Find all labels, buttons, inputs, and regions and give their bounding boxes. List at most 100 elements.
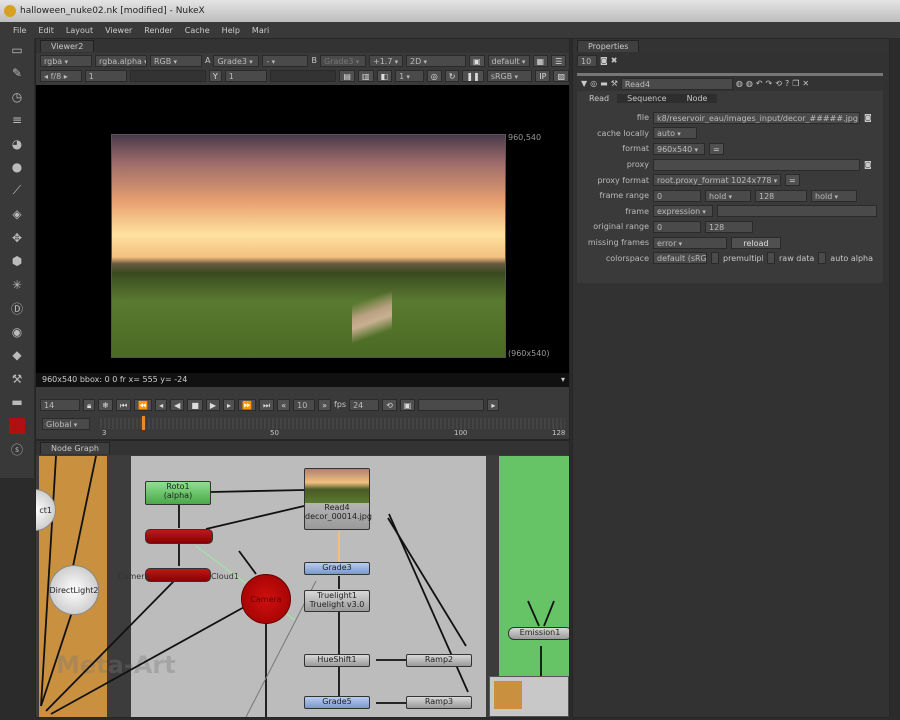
redo-icon[interactable]: ↷	[766, 79, 773, 88]
format-edit-button[interactable]: =	[709, 142, 724, 155]
close-icon[interactable]: ✕	[802, 79, 809, 88]
keyer-icon[interactable]: ⟋	[0, 179, 34, 203]
zoom-select[interactable]: +1.7	[368, 54, 403, 67]
original-range-end[interactable]: 128	[705, 220, 753, 233]
float-icon[interactable]: ❐	[792, 79, 799, 88]
revert-icon[interactable]: ⟲	[775, 79, 782, 88]
premultiplied-checkbox[interactable]	[711, 252, 719, 265]
lock-icon[interactable]: 🔒︎	[83, 398, 96, 411]
roi-icon[interactable]: ▥	[357, 69, 374, 82]
node-emission1[interactable]: Emission1	[508, 627, 569, 640]
frame-range-start[interactable]: 0	[653, 189, 701, 202]
frame-field[interactable]: 14	[40, 398, 80, 411]
menu-cache[interactable]: Cache	[185, 26, 210, 35]
original-range-start[interactable]: 0	[653, 220, 701, 233]
play-backward-icon[interactable]: ◀	[170, 398, 185, 411]
lut-select[interactable]: default	[487, 54, 530, 67]
auto-alpha-checkbox[interactable]	[818, 252, 827, 265]
wipe-icon[interactable]: ▨	[553, 69, 570, 82]
tab-node-graph[interactable]: Node Graph	[40, 442, 110, 454]
menu-layout[interactable]: Layout	[66, 26, 93, 35]
info-expand-icon[interactable]: ▾	[561, 373, 565, 387]
file-browse-icon[interactable]: ◙	[864, 113, 872, 122]
metadata-icon[interactable]: ◆	[0, 344, 34, 368]
node-ramp2[interactable]: Ramp2	[406, 654, 472, 667]
menu-mari[interactable]: Mari	[252, 26, 269, 35]
file-field[interactable]: k8/reservoir_eau/images_input/decor_####…	[653, 111, 860, 124]
gain-slider[interactable]	[130, 69, 206, 82]
clock-icon[interactable]: ◷	[0, 85, 34, 109]
undo-icon[interactable]: ↶	[756, 79, 763, 88]
tab-viewer2[interactable]: Viewer2	[40, 40, 95, 52]
max-panels-field[interactable]: 10	[577, 54, 597, 67]
node-red-1[interactable]	[145, 529, 213, 544]
proxy-browse-icon[interactable]: ◙	[864, 160, 872, 169]
grid-icon[interactable]: ▦	[532, 54, 549, 67]
merge-icon[interactable]: ◈	[0, 203, 34, 227]
snowflake-icon[interactable]: ❄	[98, 398, 113, 411]
node-truelight1[interactable]: Truelight1 Truelight v3.0	[304, 590, 370, 612]
gamma-toggle[interactable]: Y	[208, 69, 222, 82]
frame-range-end[interactable]: 128	[755, 189, 807, 202]
gamma-slider[interactable]	[270, 69, 337, 82]
pause-icon[interactable]: ❚❚	[462, 69, 484, 82]
paint-icon[interactable]: ✎	[0, 62, 34, 86]
node-hueshift1[interactable]: HueShift1	[304, 654, 370, 667]
graph-canvas[interactable]: Meta-Art Roto1 (alpha) Camera Cloud1 Cam…	[36, 456, 569, 717]
cache-locally-select[interactable]: auto	[653, 127, 697, 140]
wrench-icon[interactable]: ⚒	[611, 79, 618, 88]
reload-button[interactable]: reload	[731, 236, 781, 249]
viewer-link-icon[interactable]: ◎	[590, 79, 597, 88]
collapse-icon[interactable]: ▼	[581, 79, 587, 88]
node-read4[interactable]: Read4 decor_00014.jpg	[304, 468, 372, 530]
skip-forward-icon[interactable]: »	[318, 398, 332, 411]
menu-edit[interactable]: Edit	[38, 26, 54, 35]
alpha-channel-select[interactable]: rgba.alpha	[95, 54, 147, 67]
channels-select[interactable]: rgba	[40, 54, 92, 67]
node-ramp3[interactable]: Ramp3	[406, 696, 472, 709]
colorspace-select[interactable]: default (sRGB)	[653, 252, 707, 265]
node-grade5[interactable]: Grade5	[304, 696, 370, 709]
proxy-field[interactable]	[653, 158, 860, 171]
display-channel-select[interactable]: RGB	[150, 54, 202, 67]
tab-node[interactable]: Node	[676, 94, 718, 103]
transform-icon[interactable]: ✥	[0, 226, 34, 250]
more-icon[interactable]: ▸	[487, 398, 500, 411]
current-frame-marker[interactable]	[141, 416, 145, 430]
deep-icon[interactable]: Ⓓ	[0, 297, 34, 321]
loop-icon[interactable]: ⟲	[382, 398, 397, 411]
downrez-select[interactable]: 1	[395, 69, 424, 82]
skip-back-icon[interactable]: «	[277, 398, 291, 411]
menu-file[interactable]: File	[13, 26, 26, 35]
color-swatch-icon[interactable]: ▬	[600, 79, 608, 88]
navigator-minimap[interactable]	[489, 676, 569, 717]
after-select[interactable]: hold	[811, 189, 857, 202]
update-icon[interactable]: ↻	[444, 69, 460, 82]
view-mode-select[interactable]: 2D	[405, 54, 466, 67]
node-roto1[interactable]: Roto1 (alpha)	[145, 481, 211, 505]
other-icon[interactable]: ⚒	[0, 367, 34, 391]
proxy-format-edit-button[interactable]: =	[785, 174, 800, 187]
prev-keyframe-icon[interactable]: ⏪	[134, 398, 153, 411]
range-field[interactable]	[418, 398, 485, 411]
channel-icon[interactable]: ≡	[0, 109, 34, 133]
step-field[interactable]: 10	[293, 398, 316, 411]
next-keyframe-icon[interactable]: ⏩	[238, 398, 257, 411]
icon-swatch-2[interactable]: ◍	[746, 79, 753, 88]
colorspace-select[interactable]: sRGB	[486, 69, 533, 82]
play-forward-icon[interactable]: ▶	[205, 398, 221, 411]
frame-range-scope-select[interactable]: Global	[42, 418, 90, 430]
fps-field[interactable]: 24	[349, 398, 380, 411]
prev-frame-icon[interactable]: ◂	[155, 398, 168, 411]
menu-render[interactable]: Render	[144, 26, 172, 35]
tab-read[interactable]: Read	[581, 94, 617, 103]
frame-value-field[interactable]	[717, 205, 877, 218]
node-directlight2[interactable]: DirectLight2	[49, 565, 99, 615]
menu-help[interactable]: Help	[222, 26, 240, 35]
node-grade3[interactable]: Grade3	[304, 562, 370, 575]
help-icon[interactable]: ⓢ	[0, 438, 34, 462]
proxy-format-select[interactable]: root.proxy_format 1024x778	[653, 174, 781, 187]
flipbook-icon[interactable]: ▣	[399, 398, 416, 411]
viewer-canvas[interactable]: 960,540 (960x540)	[36, 85, 569, 373]
node-camera[interactable]: Camera	[241, 574, 291, 624]
